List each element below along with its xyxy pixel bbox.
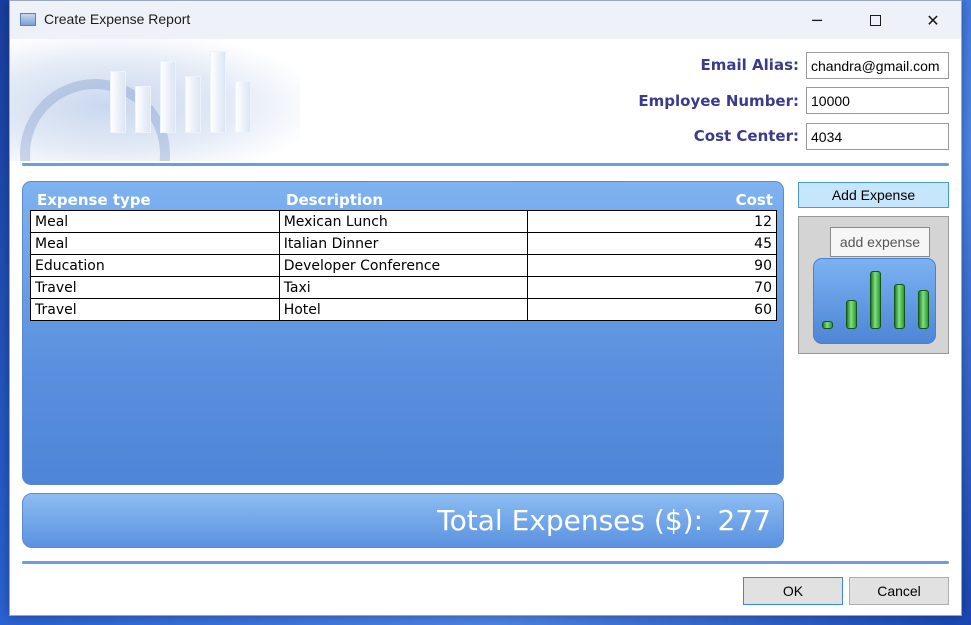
banner-bar-decoration [135,86,151,133]
cell-description[interactable]: Hotel [278,298,529,321]
title-bar[interactable]: Create Expense Report ─ ✕ [10,1,961,39]
mini-chart-bar [822,321,833,329]
mini-chart-bar [918,290,929,329]
employee-number-input[interactable] [806,87,949,114]
mini-chart-bar [846,300,857,329]
banner-bar-decoration [185,76,201,133]
cell-cost[interactable]: 70 [527,276,777,299]
table-row[interactable]: Meal Italian Dinner 45 [30,232,777,255]
email-alias-input[interactable] [806,52,949,79]
close-button[interactable]: ✕ [904,1,962,39]
minimize-icon: ─ [812,10,822,30]
mini-chart-bar [894,284,905,329]
cell-description[interactable]: Italian Dinner [278,232,529,255]
total-expenses-panel: Total Expenses ($): 277 [22,493,784,548]
cell-cost[interactable]: 90 [527,254,777,277]
add-expense-preview[interactable]: add expense [798,216,949,354]
cell-expense-type[interactable]: Meal [30,232,280,255]
cancel-button[interactable]: Cancel [849,577,949,605]
minimize-button[interactable]: ─ [788,1,846,39]
table-row[interactable]: Meal Mexican Lunch 12 [30,210,777,233]
expense-grid: Expense type Description Cost Meal Mexica… [22,181,784,485]
banner-bar-decoration [210,51,226,133]
window-title: Create Expense Report [44,11,191,27]
cell-cost[interactable]: 45 [527,232,777,255]
employee-number-label: Employee Number: [638,92,799,110]
mini-bar-chart [813,258,936,344]
email-alias-label: Email Alias: [700,56,799,74]
add-expense-button[interactable]: Add Expense [798,182,949,208]
cell-expense-type[interactable]: Travel [30,298,280,321]
cell-cost[interactable]: 60 [527,298,777,321]
column-header-cost[interactable]: Cost [736,191,773,209]
top-divider [22,163,949,166]
maximize-icon [869,14,881,26]
total-expenses-value: 277 [717,504,771,537]
column-header-expense-type[interactable]: Expense type [37,191,151,209]
table-row[interactable]: Travel Taxi 70 [30,276,777,299]
mini-chart-bar [870,271,881,329]
cell-expense-type[interactable]: Travel [30,276,280,299]
maximize-button[interactable] [846,1,904,39]
header-banner-image [10,39,300,161]
cell-expense-type[interactable]: Meal [30,210,280,233]
total-expenses-label: Total Expenses ($): [437,504,703,537]
banner-bar-decoration [235,81,251,133]
banner-bar-decoration [160,61,176,133]
bottom-divider [22,561,949,564]
table-row[interactable]: Education Developer Conference 90 [30,254,777,277]
banner-bar-decoration [110,71,126,133]
expense-report-window: Create Expense Report ─ ✕ Email Alias: E… [9,0,962,616]
cell-description[interactable]: Developer Conference [278,254,529,277]
app-icon [20,13,36,26]
cost-center-input[interactable] [806,123,949,150]
cost-center-label: Cost Center: [693,127,799,145]
cell-expense-type[interactable]: Education [30,254,280,277]
column-header-description[interactable]: Description [286,191,383,209]
expense-table: Meal Mexican Lunch 12 Meal Italian Dinner 45 E… [30,210,777,321]
ok-button[interactable]: OK [743,577,843,605]
add-expense-tooltip: add expense [830,227,930,257]
grid-header-row: Expense type Description Cost [31,188,777,210]
close-icon: ✕ [926,10,940,30]
cell-description[interactable]: Taxi [278,276,529,299]
cell-cost[interactable]: 12 [527,210,777,233]
cell-description[interactable]: Mexican Lunch [278,210,529,233]
table-row[interactable]: Travel Hotel 60 [30,298,777,321]
